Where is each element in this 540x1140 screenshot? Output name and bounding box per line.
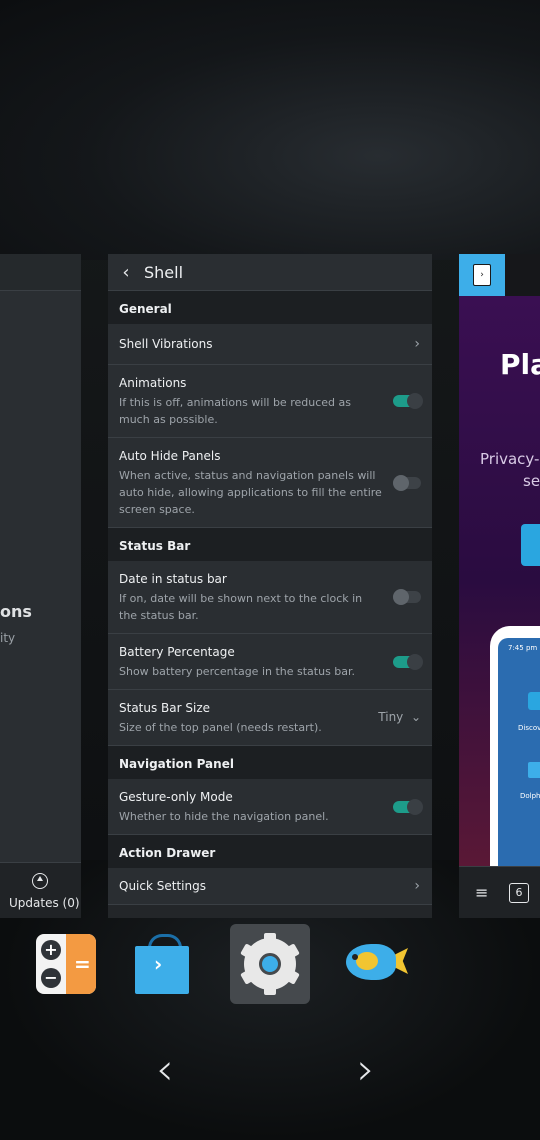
toggle-knob — [407, 653, 423, 670]
animations-toggle[interactable] — [393, 393, 423, 409]
gesture-toggle[interactable] — [393, 798, 423, 815]
row-shell-vibrations[interactable]: Shell Vibrations › — [108, 324, 432, 365]
updates-icon[interactable] — [32, 873, 48, 889]
updates-label[interactable]: Updates (0) — [9, 896, 80, 910]
background-blur — [0, 0, 540, 260]
toggle-knob — [407, 798, 423, 815]
row-description: When active, status and navigation panel… — [119, 469, 382, 516]
row-description: If this is off, animations will be reduc… — [119, 396, 351, 426]
row-date-in-status-bar[interactable]: Date in status bar If on, date will be s… — [108, 561, 432, 634]
browser-bottom-bar: ≡ 6 — [459, 866, 540, 918]
section-status-bar: Status Bar — [108, 528, 432, 561]
toggle-knob — [407, 393, 423, 409]
left-card-bottom-bar: Updates (0) — [0, 862, 81, 918]
row-title: Quick Settings — [119, 879, 206, 893]
toggle-knob — [393, 474, 409, 491]
back-button[interactable]: ‹ — [108, 262, 144, 283]
left-app-card[interactable]: ons ity Updates (0) — [0, 254, 81, 918]
tab-count-button[interactable]: 6 — [509, 883, 529, 903]
toggle-knob — [393, 589, 409, 605]
row-title: Status Bar Size — [119, 701, 211, 715]
page-title: Shell — [144, 262, 184, 282]
previous-arrow-button[interactable]: ‹ — [156, 1044, 174, 1095]
discover-icon — [528, 692, 540, 710]
gear-center — [259, 953, 281, 975]
phone-label-discover: Discov — [518, 724, 540, 732]
row-title: Shell Vibrations — [119, 337, 213, 351]
row-animations[interactable]: Animations If this is off, animations wi… — [108, 365, 432, 438]
equals-icon: = — [74, 952, 91, 976]
settings-app-icon[interactable] — [230, 924, 310, 1004]
store-tab-icon: › — [473, 264, 491, 286]
settings-app-card[interactable]: ‹ Shell General Shell Vibrations › Anima… — [108, 254, 432, 918]
web-cta-button[interactable] — [521, 524, 540, 566]
chevron-right-icon: › — [414, 336, 420, 352]
row-description: Show battery percentage in the status ba… — [119, 665, 356, 678]
left-card-header — [0, 254, 81, 291]
left-card-subtitle-fragment: ity — [0, 631, 16, 645]
row-title: Auto Hide Panels — [119, 449, 221, 463]
folder-icon — [528, 762, 540, 778]
row-quick-settings[interactable]: Quick Settings › — [108, 868, 432, 905]
phone-time: 7:45 pm — [508, 644, 538, 652]
fish-eye — [352, 954, 358, 960]
row-description: Size of the top panel (needs restart). — [119, 721, 322, 734]
minus-icon: − — [41, 968, 61, 988]
browser-content: Pla Privacy- se 7:45 pm Discov Dolph — [459, 296, 540, 886]
calculator-app-icon[interactable]: + − = — [34, 932, 98, 996]
row-gesture-only-mode[interactable]: Gesture-only Mode Whether to hide the na… — [108, 779, 432, 835]
phone-label-dolphin: Dolph — [520, 792, 540, 800]
row-status-bar-size[interactable]: Status Bar Size Size of the top panel (n… — [108, 690, 432, 746]
left-card-title-fragment: ons — [0, 602, 32, 621]
browser-tab[interactable]: › — [459, 254, 505, 296]
right-app-card[interactable]: › Pla Privacy- se 7:45 pm Discov Dolph ≡… — [459, 254, 540, 918]
battery-toggle[interactable] — [393, 653, 423, 670]
discover-app-icon[interactable]: › — [130, 932, 194, 996]
next-arrow-button[interactable]: › — [357, 1044, 375, 1095]
fish-app-icon[interactable] — [342, 932, 408, 996]
row-description: If on, date will be shown next to the cl… — [119, 592, 363, 622]
gear-icon — [244, 938, 296, 990]
section-action-drawer: Action Drawer — [108, 835, 432, 868]
web-heading-fragment: Pla — [500, 348, 540, 381]
auto-hide-toggle[interactable] — [393, 474, 421, 491]
phone-mockup-image: 7:45 pm Discov Dolph — [490, 626, 540, 886]
chevron-right-icon: › — [414, 878, 420, 894]
hamburger-menu-icon[interactable]: ≡ — [475, 883, 488, 902]
section-navigation-panel: Navigation Panel — [108, 746, 432, 779]
web-text-line2: se — [523, 472, 540, 490]
chevron-down-icon: ⌄ — [407, 710, 421, 724]
phone-screen: 7:45 pm Discov Dolph — [498, 638, 540, 878]
browser-tab-bar: › — [459, 254, 540, 296]
web-text-line1: Privacy- — [480, 450, 540, 468]
row-title: Animations — [119, 376, 187, 390]
date-status-toggle[interactable] — [393, 589, 421, 605]
row-battery-percentage[interactable]: Battery Percentage Show battery percenta… — [108, 634, 432, 690]
settings-header: ‹ Shell — [108, 254, 432, 291]
dropdown-value: Tiny — [378, 710, 404, 724]
row-title: Gesture-only Mode — [119, 790, 233, 804]
section-general: General — [108, 291, 432, 324]
row-description: Whether to hide the navigation panel. — [119, 810, 329, 823]
fish-stripe — [356, 952, 378, 970]
status-bar-size-dropdown[interactable]: Tiny ⌄ — [378, 710, 421, 724]
row-auto-hide-panels[interactable]: Auto Hide Panels When active, status and… — [108, 438, 432, 528]
plus-icon: + — [41, 940, 61, 960]
row-title: Date in status bar — [119, 572, 227, 586]
row-title: Battery Percentage — [119, 645, 235, 659]
arrow-icon: › — [154, 952, 163, 976]
